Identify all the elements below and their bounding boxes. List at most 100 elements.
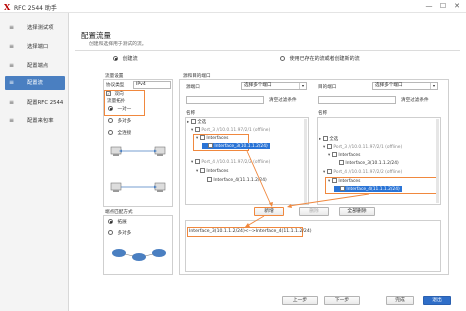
source-select-multi[interactable]: 选择多个端口 ▾ bbox=[241, 82, 307, 90]
source-clear-filter[interactable]: 清空过滤条件 bbox=[269, 97, 297, 103]
checkbox-icon: ✓ bbox=[106, 91, 111, 96]
tree-label: Port_3 //10.0.11.97/2/1 (offline) bbox=[201, 128, 271, 133]
checkbox-icon bbox=[332, 178, 337, 183]
tree-label: Port_3 //10.0.11.97/2/1 (offline) bbox=[333, 145, 403, 150]
sidebar-item-config-rfc2544[interactable]: ≡ 配置RFC 2544 bbox=[5, 96, 65, 110]
sidebar-item-select-tests[interactable]: ≡ 选择测试项 bbox=[5, 21, 65, 35]
full-mesh-radio[interactable]: 全连接 bbox=[108, 130, 131, 136]
one-to-one-radio[interactable]: 一对一 bbox=[108, 106, 131, 112]
checkbox-icon bbox=[207, 177, 212, 182]
list-icon: ≡ bbox=[9, 117, 15, 124]
source-tree-row[interactable]: ▾ Port_3 //10.0.11.97/2/1 (offline) bbox=[191, 127, 270, 133]
extend-label: 拓展 bbox=[117, 220, 127, 225]
tree-label: Interfaces bbox=[206, 136, 229, 141]
dest-filter-input[interactable] bbox=[318, 96, 396, 104]
checkbox-icon bbox=[340, 186, 345, 191]
sidebar-item-config-rate[interactable]: ≡ 配置来包率 bbox=[5, 114, 65, 128]
dest-tree-row[interactable]: ▾ Port_3 //10.0.11.97/2/1 (offline) bbox=[323, 144, 402, 150]
tree-label: Interfaces bbox=[206, 169, 229, 174]
source-filter-input[interactable] bbox=[186, 96, 264, 104]
dest-tree-row[interactable]: ▾ Interfaces bbox=[328, 178, 360, 184]
protocol-label: 协议类型 bbox=[106, 83, 125, 88]
checkbox-icon bbox=[195, 159, 200, 164]
endpoint-diagram bbox=[112, 249, 166, 261]
next-button[interactable]: 下一步 bbox=[324, 296, 360, 305]
dest-select-multi-label: 选择多个端口 bbox=[375, 83, 403, 88]
flow-list-item[interactable]: Interface_3(10.1.1.2/24)<-->Interface_4(… bbox=[189, 229, 312, 234]
checkbox-icon bbox=[327, 169, 332, 174]
source-tree-row[interactable]: ▸ 全选 bbox=[187, 119, 206, 125]
mode-existing-radio[interactable]: 使用已存在的流或者创建新的流 bbox=[280, 55, 360, 62]
source-scrollbar[interactable] bbox=[304, 119, 307, 203]
device-icon bbox=[110, 146, 122, 156]
sidebar-item-config-endpoints[interactable]: ≡ 配置端点 bbox=[5, 59, 65, 73]
tree-label: Port_4 //10.0.11.97/2/2 (offline) bbox=[333, 170, 403, 175]
bidirectional-label: 双向 bbox=[114, 92, 124, 97]
finish-button[interactable]: 完成 bbox=[386, 296, 414, 305]
list-icon: ≡ bbox=[9, 99, 15, 106]
delete-flow-button[interactable]: 删除 bbox=[299, 207, 329, 216]
source-tree-row[interactable]: Interface_4(11.1.1.2/24) bbox=[203, 177, 267, 183]
source-tree-row[interactable]: ▾ Port_4 //10.0.11.97/2/2 (offline) bbox=[191, 159, 270, 165]
mode-create-label: 创建流 bbox=[122, 56, 138, 62]
source-tree-row-selected[interactable]: Interface_3(10.1.1.2/24) bbox=[202, 143, 270, 149]
title-bar: X RFC 2544 助手 — ☐ ✕ bbox=[0, 0, 466, 13]
sidebar: ≡ 选择测试项 ≡ 选择端口 ≡ 配置端点 ≡ 配置流 ≡ 配置RFC 2544… bbox=[0, 13, 69, 311]
tree-label: Interfaces bbox=[338, 153, 361, 158]
grouping-title: 流量拓扑 bbox=[107, 99, 126, 104]
dest-port-label: 目的端口 bbox=[318, 85, 337, 90]
dest-tree-row-selected[interactable]: Interface_4(11.1.1.2/24) bbox=[334, 186, 402, 192]
bidirectional-checkbox[interactable]: ✓ 双向 bbox=[106, 91, 124, 97]
add-flow-button[interactable]: 新增 bbox=[254, 207, 284, 216]
checkbox-icon bbox=[327, 144, 332, 149]
sidebar-item-label: 配置端点 bbox=[27, 63, 49, 69]
tree-label: 全选 bbox=[197, 120, 207, 125]
dest-scrollbar[interactable] bbox=[436, 119, 439, 203]
page-subtitle: 创建和选择用于测试的流。 bbox=[89, 42, 147, 47]
dest-tree-row[interactable]: ▾ Port_4 //10.0.11.97/2/2 (offline) bbox=[323, 169, 402, 175]
sidebar-item-config-flows[interactable]: ≡ 配置流 bbox=[5, 76, 65, 90]
mode-create-radio[interactable]: 创建流 bbox=[113, 55, 138, 62]
sidebar-item-label: 配置来包率 bbox=[27, 118, 54, 124]
radio-icon bbox=[280, 56, 285, 61]
chevron-down-icon: ▾ bbox=[299, 83, 306, 89]
close-button[interactable]: ✕ bbox=[452, 1, 462, 11]
delete-all-button[interactable]: 全部删除 bbox=[339, 207, 375, 216]
tree-label: Port_4 //10.0.11.97/2/2 (offline) bbox=[201, 160, 271, 165]
protocol-select[interactable]: IPv4 bbox=[133, 81, 171, 89]
dest-tree-row[interactable]: ▸ 全选 bbox=[319, 136, 338, 142]
dest-tree-row[interactable]: Interface_3(10.1.1.2/24) bbox=[335, 160, 399, 166]
exit-button[interactable]: 退出 bbox=[423, 296, 451, 305]
many-to-many-radio[interactable]: 多对多 bbox=[108, 118, 131, 124]
sidebar-item-select-ports[interactable]: ≡ 选择端口 bbox=[5, 40, 65, 54]
multi-label: 多对多 bbox=[117, 231, 132, 236]
checkbox-icon bbox=[195, 127, 200, 132]
multi-radio[interactable]: 多对多 bbox=[108, 230, 131, 236]
radio-icon bbox=[108, 106, 113, 111]
source-port-label: 源端口 bbox=[186, 85, 200, 90]
tree-label: Interface_4(11.1.1.2/24) bbox=[346, 187, 400, 192]
minimize-button[interactable]: — bbox=[424, 1, 434, 11]
radio-icon bbox=[113, 56, 118, 61]
checkbox-icon bbox=[200, 135, 205, 140]
one-to-one-label: 一对一 bbox=[117, 107, 132, 112]
dest-clear-filter[interactable]: 清空过滤条件 bbox=[401, 97, 429, 103]
list-icon: ≡ bbox=[9, 43, 15, 50]
dest-tree-row[interactable]: ▾ Interfaces bbox=[328, 152, 360, 158]
topology-diagram bbox=[110, 146, 166, 192]
list-icon: ≡ bbox=[9, 62, 15, 69]
prev-button[interactable]: 上一步 bbox=[282, 296, 318, 305]
dest-name-column: 名称 bbox=[318, 111, 328, 116]
full-mesh-label: 全连接 bbox=[117, 131, 132, 136]
maximize-button[interactable]: ☐ bbox=[438, 1, 448, 11]
sidebar-item-label: 选择测试项 bbox=[27, 25, 54, 31]
checkbox-icon bbox=[339, 160, 344, 165]
source-tree-row[interactable]: ▾ Interfaces bbox=[196, 135, 228, 141]
checkbox-icon bbox=[323, 136, 328, 141]
dest-select-multi[interactable]: 选择多个端口 ▾ bbox=[372, 82, 438, 90]
source-tree-row[interactable]: ▾ Interfaces bbox=[196, 168, 228, 174]
sidebar-item-label: 配置流 bbox=[27, 80, 43, 86]
tree-label: Interface_4(11.1.1.2/24) bbox=[213, 178, 267, 183]
main-content: 配置流量 创建和选择用于测试的流。 创建流 使用已存在的流或者创建新的流 流量设… bbox=[69, 13, 466, 311]
extend-radio[interactable]: 拓展 bbox=[108, 219, 127, 225]
